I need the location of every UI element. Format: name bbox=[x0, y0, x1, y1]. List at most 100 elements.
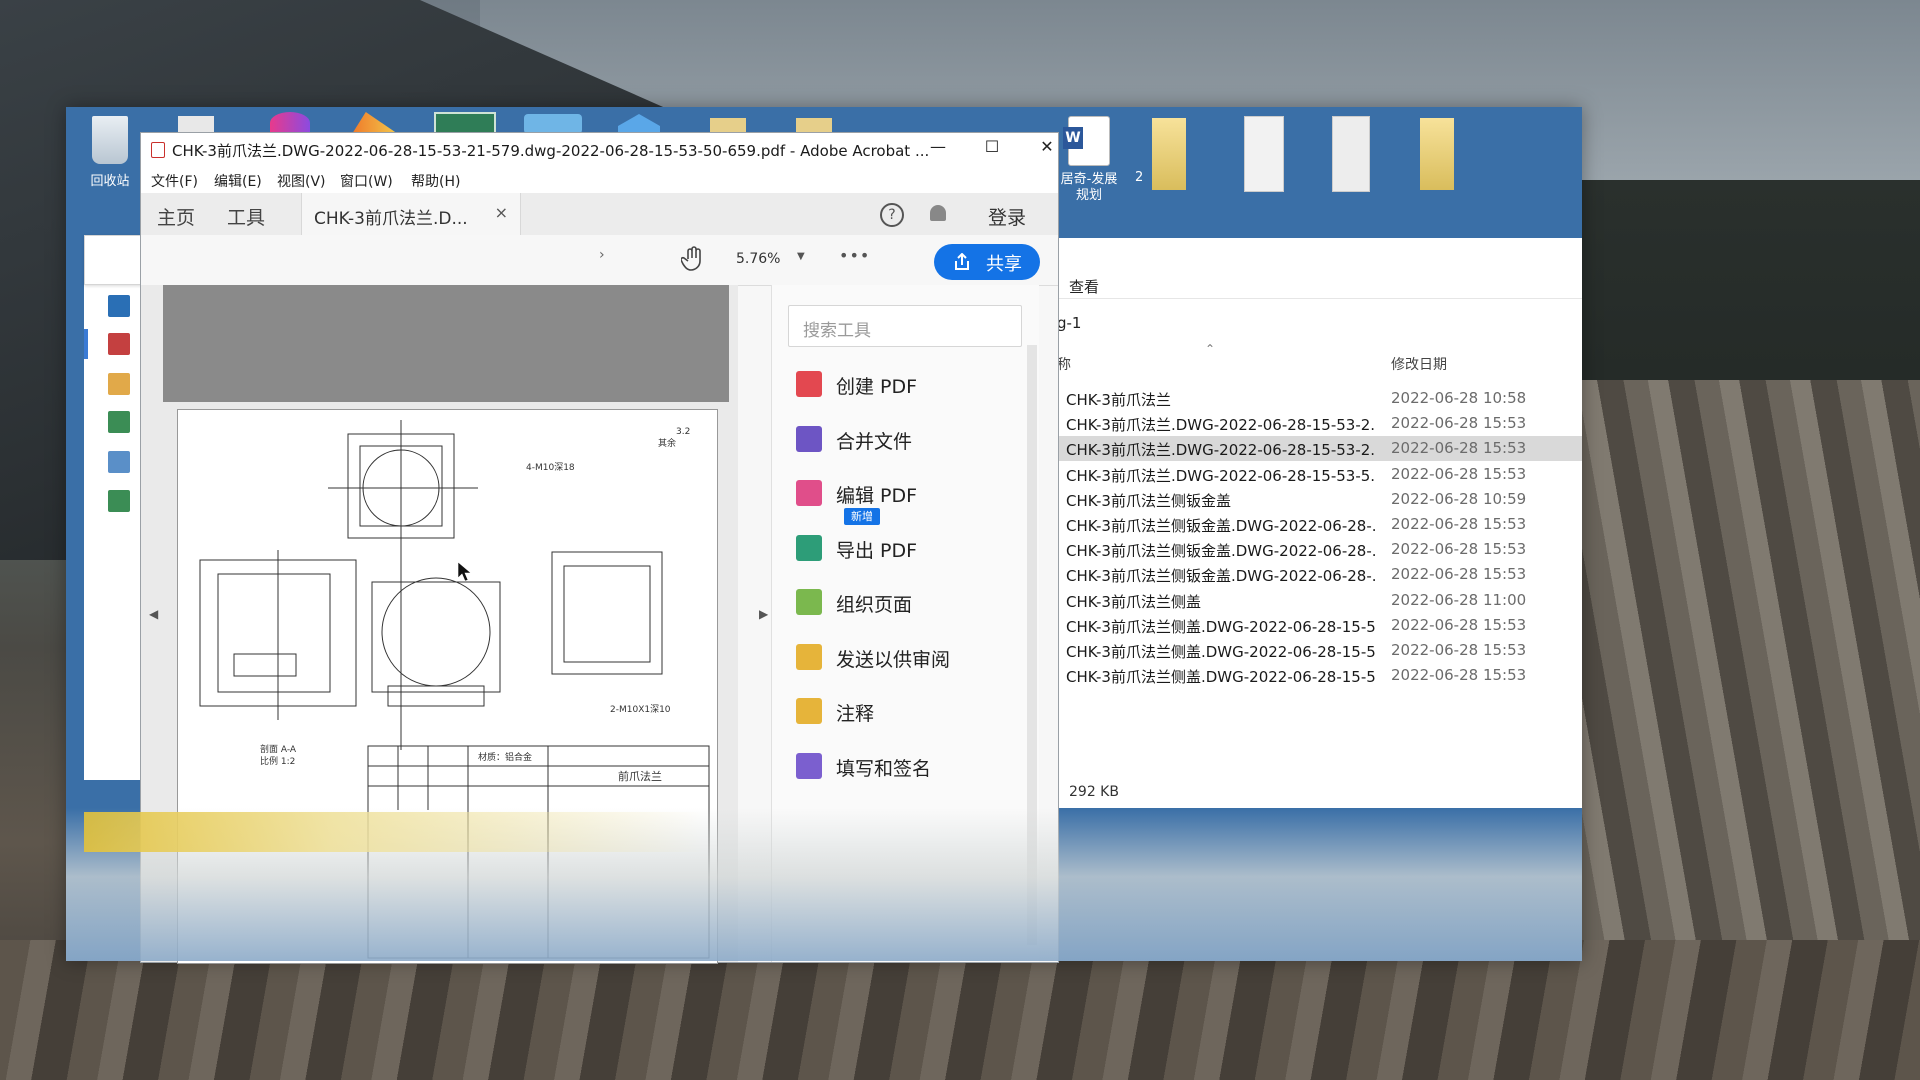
more-options-icon[interactable]: ••• bbox=[839, 246, 870, 265]
file-row[interactable]: CHK-3前爪法兰侧钣金盖.DWG-2022-06-28-... 2022-06-… bbox=[1055, 512, 1582, 537]
word-doc-icon: W bbox=[1063, 116, 1110, 166]
file-row[interactable]: CHK-3前爪法兰.DWG-2022-06-28-15-53-2... 2022-… bbox=[1055, 411, 1582, 436]
collapse-right-icon[interactable]: ▶ bbox=[759, 607, 768, 621]
file-row[interactable]: CHK-3前爪法兰.DWG-2022-06-28-15-53-5... 2022-… bbox=[1055, 462, 1582, 487]
tool-label: 编辑 PDF bbox=[836, 485, 918, 507]
nav-item-icon[interactable] bbox=[108, 411, 130, 433]
menu-file[interactable]: 文件(F) bbox=[151, 171, 198, 191]
status-size: 292 KB bbox=[1069, 784, 1119, 800]
nav-selection-indicator bbox=[84, 329, 88, 359]
new-badge: 新增 bbox=[844, 505, 880, 525]
tool-item[interactable]: 导出 PDF bbox=[794, 533, 1024, 563]
file-name: CHK-3前爪法兰侧盖 bbox=[1066, 592, 1201, 611]
tool-label: 创建 PDF bbox=[836, 376, 918, 398]
file-row[interactable]: CHK-3前爪法兰侧钣金盖 2022-06-28 10:59 bbox=[1055, 487, 1582, 512]
file-name: CHK-3前爪法兰侧盖.DWG-2022-06-28-15-5... bbox=[1066, 643, 1376, 661]
zoom-level[interactable]: 5.76% bbox=[736, 251, 780, 267]
hole-note-text: 4-M10深18 bbox=[526, 462, 575, 473]
file-modified-date: 2022-06-28 15:53 bbox=[1391, 414, 1527, 433]
file-name: CHK-3前爪法兰侧钣金盖.DWG-2022-06-28-... bbox=[1066, 517, 1376, 535]
file-name: CHK-3前爪法兰 bbox=[1066, 391, 1171, 409]
file-row[interactable]: CHK-3前爪法兰侧盖.DWG-2022-06-28-15-5... 2022-0… bbox=[1055, 613, 1582, 638]
tool-item[interactable]: 组织页面 bbox=[794, 587, 1024, 617]
tab-bar: 主页 工具 CHK-3前爪法兰.D... × ? 登录 bbox=[141, 193, 1058, 236]
file-name: CHK-3前爪法兰侧盖.DWG-2022-06-28-15-5... bbox=[1066, 617, 1376, 636]
file-row[interactable]: CHK-3前爪法兰侧盖.DWG-2022-06-28-15-5... 2022-0… bbox=[1055, 663, 1582, 688]
hand-tool-icon[interactable] bbox=[681, 245, 707, 273]
file-row[interactable]: CHK-3前爪法兰侧钣金盖.DWG-2022-06-28-... 2022-06-… bbox=[1055, 537, 1582, 562]
recycle-bin-icon bbox=[92, 116, 128, 164]
file-modified-date: 2022-06-28 11:00 bbox=[1391, 590, 1527, 609]
explorer-ribbon: 查看 bbox=[1055, 238, 1582, 299]
tool-icon bbox=[796, 698, 822, 724]
app-icon[interactable] bbox=[524, 114, 582, 134]
recycle-bin-shortcut[interactable]: 回收站 bbox=[77, 116, 143, 189]
new-badge-label: 新增 bbox=[844, 508, 880, 525]
file-row[interactable]: CHK-3前爪法兰侧盖 2022-06-28 11:00 bbox=[1055, 588, 1582, 613]
tab-home[interactable]: 主页 bbox=[157, 203, 195, 230]
explorer-file-list: 查看 g-1 称 ⌃ 修改日期 CHK-3前爪法兰 2022-06-28 10:5… bbox=[1055, 238, 1582, 808]
screen-glare-highlight bbox=[84, 812, 704, 852]
word-doc-label: 居奇-发展 bbox=[1060, 172, 1118, 187]
nav-item-icon[interactable] bbox=[108, 333, 130, 355]
tool-item[interactable]: 编辑 PDF bbox=[794, 478, 1024, 508]
nav-arrow-icon[interactable]: › bbox=[599, 247, 605, 263]
help-icon[interactable]: ? bbox=[880, 203, 904, 227]
menu-view[interactable]: 视图(V) bbox=[277, 171, 326, 191]
file-name: CHK-3前爪法兰侧钣金盖.DWG-2022-06-28-... bbox=[1066, 542, 1376, 561]
tab-document[interactable]: CHK-3前爪法兰.D... × bbox=[301, 193, 521, 235]
menu-window[interactable]: 窗口(W) bbox=[340, 171, 393, 191]
close-button[interactable]: ✕ bbox=[1027, 137, 1067, 161]
bell-icon[interactable] bbox=[930, 205, 946, 221]
nav-item-icon[interactable] bbox=[108, 373, 130, 395]
tab-tools[interactable]: 工具 bbox=[227, 203, 265, 230]
close-tab-icon[interactable]: × bbox=[495, 203, 508, 222]
tool-icon bbox=[796, 534, 822, 561]
word-doc-label-2: 规划 bbox=[1075, 188, 1102, 203]
nav-item-icon[interactable] bbox=[108, 451, 130, 473]
mouse-cursor-icon bbox=[457, 561, 472, 582]
window-title: CHK-3前爪法兰.DWG-2022-06-28-15-53-21-579.dw… bbox=[172, 142, 930, 160]
folder-icon[interactable] bbox=[1152, 118, 1186, 190]
file-name: CHK-3前爪法兰.DWG-2022-06-28-15-53-5... bbox=[1066, 466, 1376, 485]
tool-search-input[interactable]: 搜索工具 bbox=[788, 305, 1022, 347]
scale-text: 比例 1:2 bbox=[260, 755, 295, 767]
folder-icon[interactable] bbox=[1420, 118, 1454, 190]
column-header-name[interactable]: 称 bbox=[1057, 354, 1071, 374]
maximize-button[interactable]: ☐ bbox=[972, 137, 1012, 161]
file-row[interactable]: CHK-3前爪法兰侧钣金盖.DWG-2022-06-28-... 2022-06-… bbox=[1055, 562, 1582, 587]
zoom-dropdown-icon[interactable]: ▼ bbox=[797, 251, 805, 262]
tool-item[interactable]: 发送以供审阅 bbox=[794, 642, 1024, 672]
file-modified-date: 2022-06-28 15:53 bbox=[1391, 641, 1527, 659]
tool-item[interactable]: 注释 bbox=[794, 696, 1024, 726]
tool-item[interactable]: 创建 PDF bbox=[794, 369, 1024, 399]
file-row[interactable]: CHK-3前爪法兰 2022-06-28 10:58 bbox=[1055, 386, 1582, 411]
tool-item[interactable]: 填写和签名 bbox=[794, 751, 1024, 781]
file-modified-date: 2022-06-28 15:53 bbox=[1391, 666, 1527, 685]
collapse-left-icon[interactable]: ◀ bbox=[149, 607, 158, 621]
nav-item-icon[interactable] bbox=[108, 490, 130, 512]
app-icon[interactable] bbox=[270, 112, 310, 134]
nav-item-icon[interactable] bbox=[108, 295, 130, 317]
file-modified-date: 2022-06-28 10:59 bbox=[1391, 489, 1527, 508]
file-icon[interactable] bbox=[178, 116, 214, 132]
file-name: CHK-3前爪法兰侧盖.DWG-2022-06-28-15-5... bbox=[1066, 668, 1376, 687]
file-modified-date: 2022-06-28 15:53 bbox=[1391, 439, 1527, 458]
menu-help[interactable]: 帮助(H) bbox=[411, 171, 460, 191]
file-icon[interactable] bbox=[1332, 116, 1370, 192]
login-button[interactable]: 登录 bbox=[988, 203, 1026, 230]
recycle-bin-label: 回收站 bbox=[90, 174, 130, 189]
tool-label: 组织页面 bbox=[836, 594, 913, 616]
file-icon[interactable] bbox=[1244, 116, 1284, 192]
file-name: CHK-3前爪法兰侧钣金盖.DWG-2022-06-28-... bbox=[1066, 567, 1376, 586]
ribbon-tab-view[interactable]: 查看 bbox=[1069, 276, 1099, 297]
share-button[interactable]: 共享 bbox=[934, 244, 1040, 280]
file-row[interactable]: CHK-3前爪法兰侧盖.DWG-2022-06-28-15-5... 2022-0… bbox=[1055, 638, 1582, 663]
file-modified-date: 2022-06-28 10:58 bbox=[1391, 389, 1527, 407]
minimize-button[interactable]: — bbox=[918, 137, 958, 161]
file-row[interactable]: CHK-3前爪法兰.DWG-2022-06-28-15-53-2... 2022-… bbox=[1055, 436, 1582, 462]
tool-item[interactable]: 合并文件 bbox=[794, 424, 1024, 454]
menu-edit[interactable]: 编辑(E) bbox=[214, 171, 262, 191]
tool-label: 合并文件 bbox=[836, 430, 913, 453]
column-header-modified[interactable]: 修改日期 bbox=[1391, 354, 1447, 374]
